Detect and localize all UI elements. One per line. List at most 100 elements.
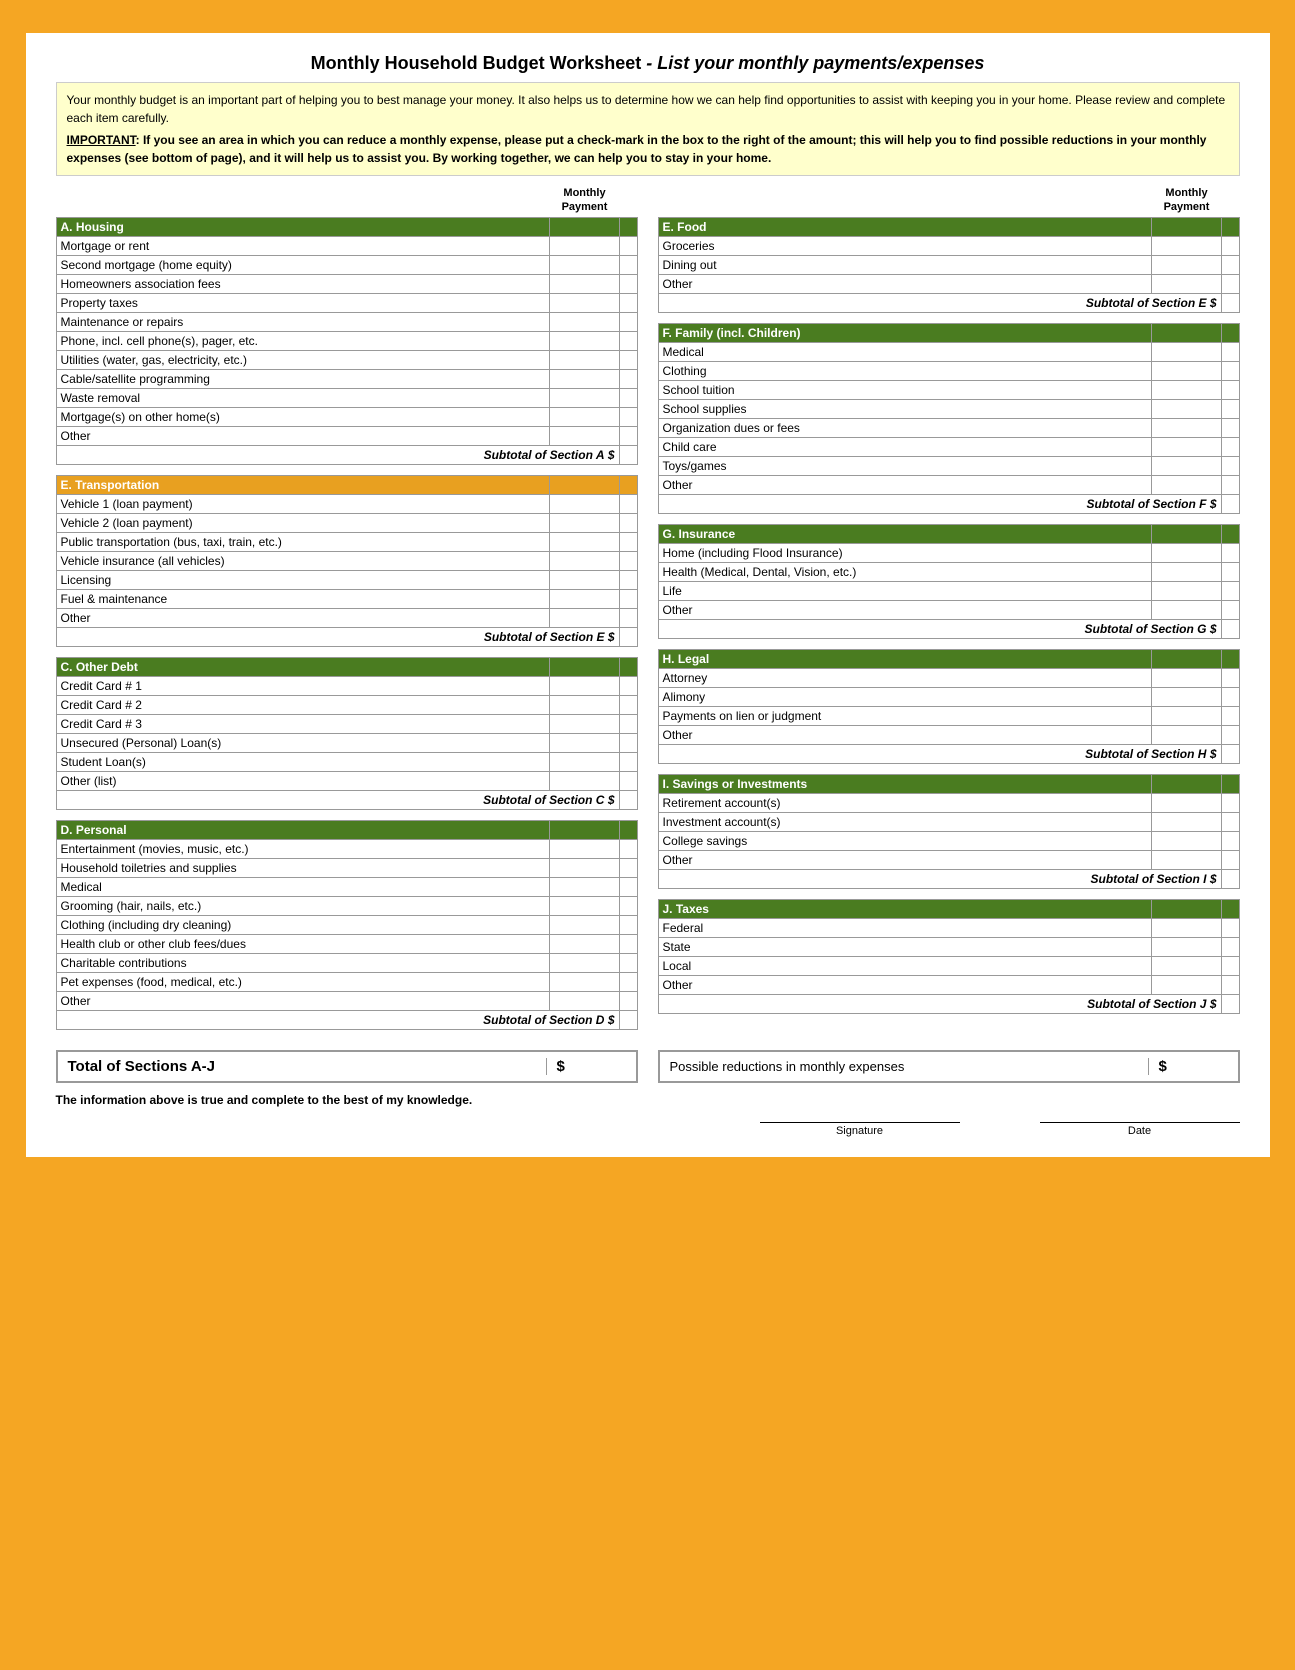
item-label: Fuel & maintenance (56, 589, 549, 608)
item-label: Phone, incl. cell phone(s), pager, etc. (56, 331, 549, 350)
table-row: Other (56, 991, 637, 1010)
item-label: Local (658, 956, 1151, 975)
item-label: Other (56, 991, 549, 1010)
left-column: MonthlyPayment A. Housing Mortgage or re… (56, 186, 638, 1040)
table-row: College savings (658, 831, 1239, 850)
item-label: College savings (658, 831, 1151, 850)
table-row: Other (658, 600, 1239, 619)
reductions-dollar[interactable]: $ (1148, 1058, 1228, 1075)
item-label: Maintenance or repairs (56, 312, 549, 331)
subtotal-label-j: Subtotal of Section J $ (658, 994, 1221, 1013)
table-row: Attorney (658, 668, 1239, 687)
table-row: Payments on lien or judgment (658, 706, 1239, 725)
item-label: Vehicle 2 (loan payment) (56, 513, 549, 532)
table-row: Second mortgage (home equity) (56, 255, 637, 274)
page-title: Monthly Household Budget Worksheet - Lis… (56, 53, 1240, 74)
table-row: Maintenance or repairs (56, 312, 637, 331)
table-row: Credit Card # 2 (56, 695, 637, 714)
table-row: Other (658, 725, 1239, 744)
item-label: Health club or other club fees/dues (56, 934, 549, 953)
item-label: Health (Medical, Dental, Vision, etc.) (658, 562, 1151, 581)
title-sub: - List your monthly payments/expenses (641, 53, 984, 73)
total-sections-box: Total of Sections A-J $ (56, 1050, 638, 1083)
item-label: Homeowners association fees (56, 274, 549, 293)
item-label: Mortgage(s) on other home(s) (56, 407, 549, 426)
table-row: Unsecured (Personal) Loan(s) (56, 733, 637, 752)
item-label: Groceries (658, 236, 1151, 255)
subtotal-row-food: Subtotal of Section E $ (658, 293, 1239, 312)
table-row: Home (including Flood Insurance) (658, 543, 1239, 562)
item-label: Toys/games (658, 456, 1151, 475)
table-row: Child care (658, 437, 1239, 456)
table-row: Public transportation (bus, taxi, train,… (56, 532, 637, 551)
table-row: Utilities (water, gas, electricity, etc.… (56, 350, 637, 369)
item-label: Credit Card # 3 (56, 714, 549, 733)
table-row: Licensing (56, 570, 637, 589)
insurance-title: G. Insurance (658, 524, 1151, 543)
item-label: Credit Card # 2 (56, 695, 549, 714)
table-row: Investment account(s) (658, 812, 1239, 831)
item-label: Alimony (658, 687, 1151, 706)
debt-title: C. Other Debt (56, 657, 549, 676)
transport-header-row: E. Transportation (56, 475, 637, 494)
sig-date-row: Signature Date (760, 1122, 1240, 1137)
housing-header-row: A. Housing (56, 217, 637, 236)
subtotal-row-d: Subtotal of Section D $ (56, 1010, 637, 1029)
monthly-payment-header-right: MonthlyPayment (1152, 186, 1222, 215)
housing-header-value (549, 217, 619, 236)
table-row: State (658, 937, 1239, 956)
footer-note: The information above is true and comple… (56, 1093, 1240, 1107)
savings-header-row: I. Savings or Investments (658, 774, 1239, 793)
footer-note-text: The information above is true and comple… (56, 1093, 473, 1107)
transport-header-check (619, 475, 637, 494)
food-title: E. Food (658, 217, 1151, 236)
item-label: Other (658, 975, 1151, 994)
table-row: School tuition (658, 380, 1239, 399)
item-label: Entertainment (movies, music, etc.) (56, 839, 549, 858)
table-row: Entertainment (movies, music, etc.) (56, 839, 637, 858)
left-col-header: MonthlyPayment (56, 186, 638, 215)
item-label: Public transportation (bus, taxi, train,… (56, 532, 549, 551)
table-row: Other (56, 608, 637, 627)
personal-header-row: D. Personal (56, 820, 637, 839)
subtotal-label-a: Subtotal of Section A $ (56, 445, 619, 464)
table-row: Other (658, 274, 1239, 293)
item-label: Attorney (658, 668, 1151, 687)
section-savings: I. Savings or Investments Retirement acc… (658, 774, 1240, 889)
important-text: : If you see an area in which you can re… (67, 133, 1207, 165)
sig-line[interactable] (760, 1122, 960, 1123)
totals-row: Total of Sections A-J $ Possible reducti… (56, 1050, 1240, 1083)
item-label: Mortgage or rent (56, 236, 549, 255)
item-label: School supplies (658, 399, 1151, 418)
table-row: Cable/satellite programming (56, 369, 637, 388)
subtotal-label-d: Subtotal of Section D $ (56, 1010, 619, 1029)
item-label: Pet expenses (food, medical, etc.) (56, 972, 549, 991)
table-row: Phone, incl. cell phone(s), pager, etc. (56, 331, 637, 350)
item-label: Other (56, 426, 549, 445)
table-row: Grooming (hair, nails, etc.) (56, 896, 637, 915)
subtotal-label-food: Subtotal of Section E $ (658, 293, 1221, 312)
subtotal-row-c: Subtotal of Section C $ (56, 790, 637, 809)
item-label: Licensing (56, 570, 549, 589)
item-label: School tuition (658, 380, 1151, 399)
table-row: Clothing (including dry cleaning) (56, 915, 637, 934)
table-row: Waste removal (56, 388, 637, 407)
total-dollar[interactable]: $ (546, 1058, 626, 1075)
table-row: Dining out (658, 255, 1239, 274)
item-label: Unsecured (Personal) Loan(s) (56, 733, 549, 752)
table-row: Vehicle 1 (loan payment) (56, 494, 637, 513)
date-line[interactable] (1040, 1122, 1240, 1123)
item-label: Child care (658, 437, 1151, 456)
taxes-header-row: J. Taxes (658, 899, 1239, 918)
item-label: Other (list) (56, 771, 549, 790)
monthly-payment-header-left: MonthlyPayment (550, 186, 620, 215)
family-header-row: F. Family (incl. Children) (658, 323, 1239, 342)
section-family: F. Family (incl. Children) Medical Cloth… (658, 323, 1240, 514)
table-row: Life (658, 581, 1239, 600)
intro-important: IMPORTANT: If you see an area in which y… (67, 131, 1229, 167)
table-row: Student Loan(s) (56, 752, 637, 771)
table-row: Vehicle 2 (loan payment) (56, 513, 637, 532)
item-label: Payments on lien or judgment (658, 706, 1151, 725)
table-row: School supplies (658, 399, 1239, 418)
item-label: State (658, 937, 1151, 956)
